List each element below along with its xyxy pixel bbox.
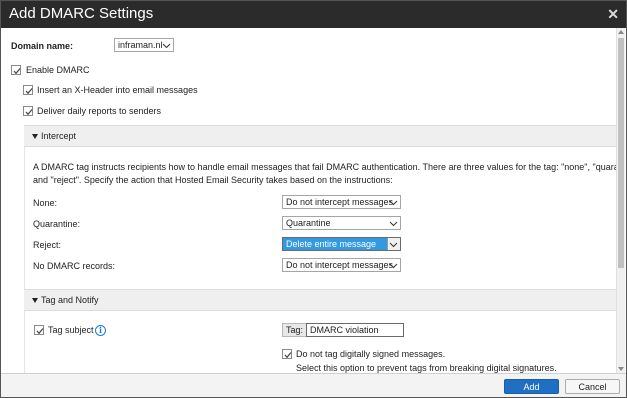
dialog-footer: Add Cancel	[1, 373, 626, 397]
expand-triangle-icon	[32, 298, 38, 303]
none-label: None:	[33, 198, 58, 208]
scroll-down-icon[interactable]	[618, 367, 624, 371]
tag-text-input[interactable]: DMARC violation	[306, 323, 404, 337]
domain-name-value: inframan.nl	[118, 40, 163, 50]
info-icon[interactable]: i	[95, 325, 106, 336]
no-tag-signed-hint: Select this option to prevent tags from …	[296, 363, 557, 373]
intercept-header-label: Intercept	[41, 131, 77, 141]
reject-action-value: Delete entire message	[286, 239, 377, 249]
daily-reports-label: Deliver daily reports to senders	[37, 106, 162, 116]
daily-reports-checkbox[interactable]	[23, 106, 33, 116]
dialog-content: Domain name: inframan.nl Enable DMARC In…	[1, 28, 618, 373]
none-action-select[interactable]: Do not intercept messages	[282, 195, 401, 209]
dialog-title: Add DMARC Settings	[9, 5, 154, 22]
chevron-down-icon	[389, 242, 398, 248]
insert-x-header-checkbox[interactable]	[23, 85, 33, 95]
intercept-description-line1: A DMARC tag instructs recipients how to …	[33, 162, 618, 172]
chevron-down-icon	[389, 221, 398, 227]
scrollbar-thumb[interactable]	[618, 38, 624, 268]
dialog-title-bar: Add DMARC Settings ✕	[1, 1, 626, 28]
domain-name-label: Domain name:	[11, 41, 74, 51]
none-action-value: Do not intercept messages	[286, 197, 394, 207]
chevron-down-icon	[162, 43, 171, 49]
intercept-description-line2: and "reject". Specify the action that Ho…	[33, 175, 393, 185]
no-tag-signed-checkbox[interactable]	[282, 349, 292, 359]
intercept-section-header[interactable]: Intercept	[24, 125, 618, 147]
checkmark-icon	[25, 109, 33, 116]
add-button[interactable]: Add	[504, 379, 559, 394]
close-icon[interactable]: ✕	[607, 6, 619, 23]
checkmark-icon	[36, 328, 44, 335]
domain-name-select[interactable]: inframan.nl	[114, 38, 174, 52]
expand-triangle-icon	[32, 134, 38, 139]
no-dmarc-records-action-value: Do not intercept messages	[286, 260, 394, 270]
checkmark-icon	[13, 68, 21, 75]
vertical-scrollbar[interactable]	[616, 28, 625, 373]
no-dmarc-records-action-select[interactable]: Do not intercept messages	[282, 258, 401, 272]
checkmark-icon	[284, 352, 292, 359]
quarantine-action-select[interactable]: Quarantine	[282, 216, 401, 230]
tag-notify-section-body: Tag subject i Tag: DMARC violation Do no…	[24, 311, 618, 373]
insert-x-header-label: Insert an X-Header into email messages	[37, 85, 198, 95]
add-dmarc-dialog: Add DMARC Settings ✕ Domain name: infram…	[0, 0, 627, 398]
checkmark-icon	[25, 88, 33, 95]
tag-subject-checkbox[interactable]	[34, 325, 44, 335]
quarantine-action-value: Quarantine	[286, 218, 331, 228]
reject-label: Reject:	[33, 240, 62, 250]
chevron-down-icon	[389, 263, 398, 269]
chevron-down-icon	[389, 200, 398, 206]
cancel-button[interactable]: Cancel	[565, 379, 620, 394]
tag-subject-label: Tag subject	[48, 325, 94, 335]
scroll-up-icon[interactable]	[618, 30, 624, 34]
no-dmarc-records-label: No DMARC records:	[33, 261, 116, 271]
reject-action-select[interactable]: Delete entire message	[282, 237, 401, 251]
tag-notify-header-label: Tag and Notify	[41, 295, 99, 305]
tag-prefix-label: Tag:	[282, 323, 308, 337]
enable-dmarc-checkbox[interactable]	[11, 65, 21, 75]
tag-notify-section-header[interactable]: Tag and Notify	[24, 289, 618, 311]
intercept-section-body: A DMARC tag instructs recipients how to …	[24, 147, 618, 289]
no-tag-signed-label: Do not tag digitally signed messages.	[296, 349, 446, 359]
enable-dmarc-label: Enable DMARC	[26, 65, 90, 75]
quarantine-label: Quarantine:	[33, 219, 81, 229]
